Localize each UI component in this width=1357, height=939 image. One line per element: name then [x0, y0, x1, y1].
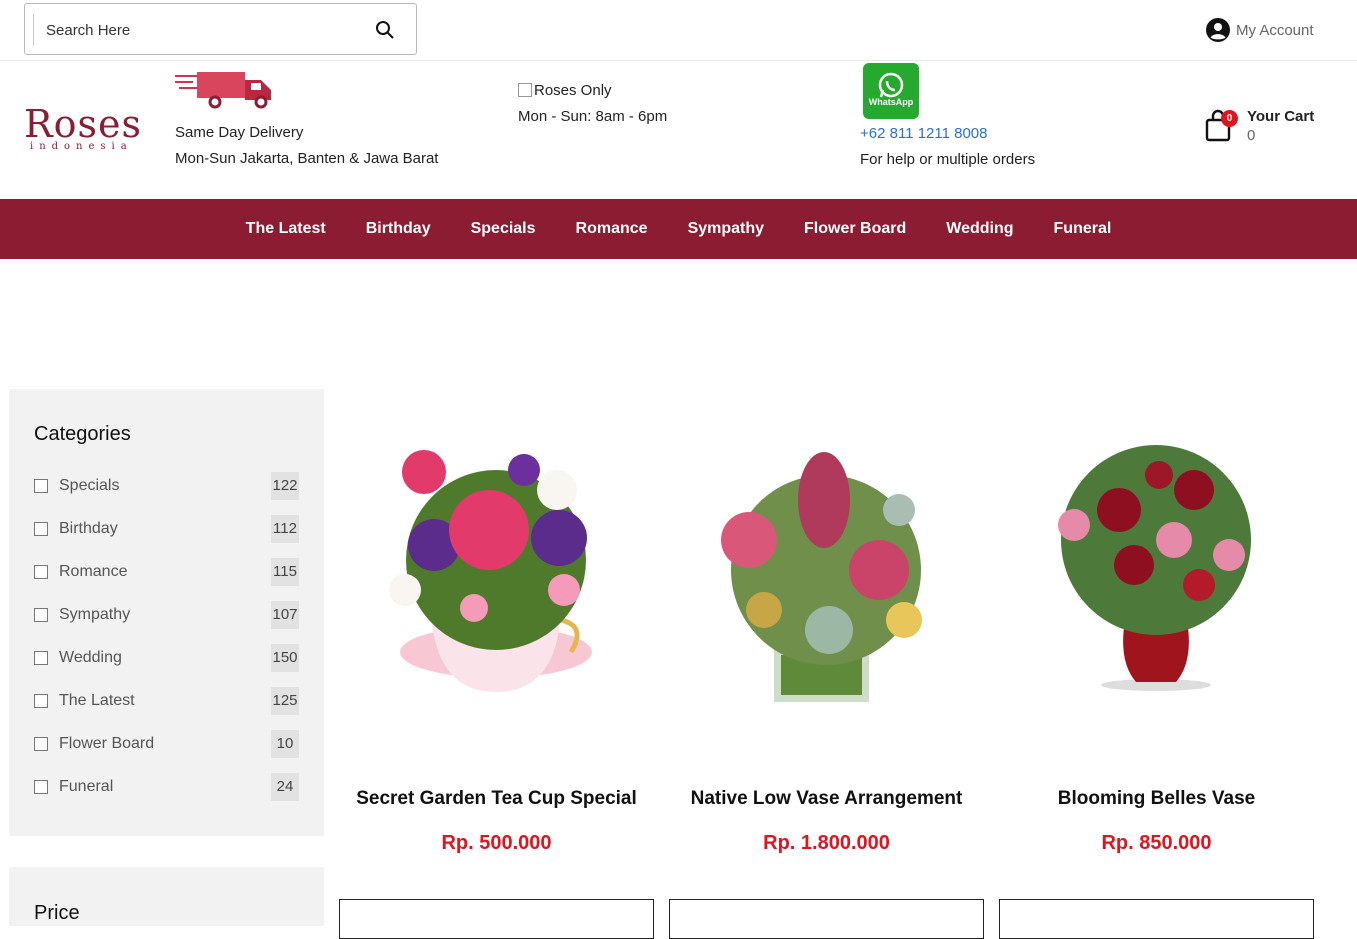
nav-item-birthday[interactable]: Birthday [366, 220, 431, 238]
checkbox[interactable] [34, 608, 48, 622]
category-count: 122 [271, 472, 299, 500]
checkbox[interactable] [34, 651, 48, 665]
delivery-truck-icon [175, 72, 271, 109]
category-item[interactable]: Sympathy 107 [34, 601, 299, 629]
product-name[interactable]: Native Low Vase Arrangement [669, 788, 984, 810]
category-item[interactable]: Romance 115 [34, 558, 299, 586]
category-label: Specials [59, 477, 120, 494]
search-icon[interactable] [375, 20, 395, 40]
my-account-label: My Account [1236, 21, 1314, 39]
hours-text: Mon - Sun: 8am - 6pm [518, 108, 668, 125]
hours-image-alt: Roses Only [518, 78, 667, 104]
broken-image-icon [518, 83, 532, 97]
product-name[interactable]: Secret Garden Tea Cup Special [339, 788, 654, 810]
category-label: Sympathy [59, 606, 131, 623]
category-count: 107 [271, 601, 299, 629]
delivery-title: Same Day Delivery [175, 124, 304, 141]
category-filter-panel: Categories Specials 122 Birthday 112 Rom… [9, 389, 324, 836]
cart-icon-wrap: 0 [1205, 108, 1238, 142]
nav-item-flower-board[interactable]: Flower Board [804, 220, 906, 238]
checkbox[interactable] [34, 522, 48, 536]
hours-image-alt-text: Roses Only [534, 82, 612, 99]
category-label: Birthday [59, 520, 118, 537]
checkbox[interactable] [34, 565, 48, 579]
whatsapp-icon[interactable]: WhatsApp [863, 63, 919, 119]
product-price: Rp. 1.800.000 [763, 832, 890, 854]
buy-button[interactable] [999, 899, 1314, 939]
price-filter-panel: Price [9, 867, 324, 926]
checkbox[interactable] [34, 780, 48, 794]
price-title: Price [34, 902, 80, 924]
main-nav: The Latest Birthday Specials Romance Sym… [0, 199, 1357, 259]
category-item[interactable]: Wedding 150 [34, 644, 299, 672]
buy-button[interactable] [669, 899, 984, 939]
product-image[interactable] [999, 430, 1314, 730]
category-item[interactable]: The Latest 125 [34, 687, 299, 715]
delivery-info: Same Day Delivery Mon-Sun Jakarta, Bante… [175, 70, 438, 172]
category-label: Wedding [59, 649, 122, 666]
category-item[interactable]: Flower Board 10 [34, 730, 299, 758]
cart-badge: 0 [1221, 110, 1238, 127]
whatsapp-note: For help or multiple orders [860, 151, 1036, 168]
product-price: Rp. 850.000 [1101, 832, 1212, 854]
category-label: Romance [59, 563, 128, 580]
category-label: The Latest [59, 692, 135, 709]
logo-subtext: indonesia [30, 141, 133, 152]
search-input[interactable] [33, 14, 368, 46]
cart-label: Your Cart [1247, 108, 1315, 125]
top-bar: My Account [0, 0, 1357, 61]
header: Roses indonesia Same Day Delivery Mon-Su… [0, 60, 1357, 198]
category-count: 24 [271, 773, 299, 801]
opening-hours: Roses Only Mon - Sun: 8am - 6pm [518, 78, 667, 130]
nav-item-romance[interactable]: Romance [576, 220, 648, 238]
logo[interactable]: Roses indonesia [24, 105, 144, 160]
product-card[interactable]: Secret Garden Tea Cup Special Rp. 500.00… [339, 430, 654, 854]
whatsapp-contact: WhatsApp +62 811 1211 8008 For help or m… [860, 63, 1035, 173]
category-item[interactable]: Birthday 112 [34, 515, 299, 543]
category-count: 112 [271, 515, 299, 543]
my-account-link[interactable]: My Account [1206, 18, 1314, 42]
category-count: 125 [271, 687, 299, 715]
nav-item-specials[interactable]: Specials [471, 220, 536, 238]
product-name[interactable]: Blooming Belles Vase [999, 788, 1314, 810]
product-image[interactable] [339, 430, 654, 730]
nav-item-funeral[interactable]: Funeral [1054, 220, 1112, 238]
cart-count: 0 [1247, 127, 1256, 144]
product-card[interactable]: Native Low Vase Arrangement Rp. 1.800.00… [669, 430, 984, 854]
category-count: 150 [271, 644, 299, 672]
category-count: 10 [271, 730, 299, 758]
delivery-areas: Mon-Sun Jakarta, Banten & Jawa Barat [175, 150, 439, 167]
checkbox[interactable] [34, 737, 48, 751]
buy-button[interactable] [339, 899, 654, 939]
category-item[interactable]: Specials 122 [34, 472, 299, 500]
category-label: Flower Board [59, 735, 155, 752]
category-item[interactable]: Funeral 24 [34, 773, 299, 801]
category-label: Funeral [59, 778, 114, 795]
nav-item-sympathy[interactable]: Sympathy [688, 220, 764, 238]
category-count: 115 [271, 558, 299, 586]
product-image[interactable] [669, 430, 984, 730]
whatsapp-label: WhatsApp [868, 97, 914, 107]
product-card[interactable]: Blooming Belles Vase Rp. 850.000 [999, 430, 1314, 854]
cart[interactable]: 0 Your Cart 0 [1205, 108, 1314, 144]
whatsapp-phone-link[interactable]: +62 811 1211 8008 [860, 121, 1035, 147]
product-price: Rp. 500.000 [441, 832, 552, 854]
nav-item-the-latest[interactable]: The Latest [246, 220, 326, 238]
categories-title: Categories [34, 423, 131, 445]
checkbox[interactable] [34, 694, 48, 708]
search-box [24, 3, 417, 55]
logo-text: Roses [24, 102, 142, 146]
checkbox[interactable] [34, 479, 48, 493]
nav-item-wedding[interactable]: Wedding [946, 220, 1013, 238]
cart-text: Your Cart 0 [1247, 108, 1314, 144]
user-icon [1206, 18, 1230, 42]
